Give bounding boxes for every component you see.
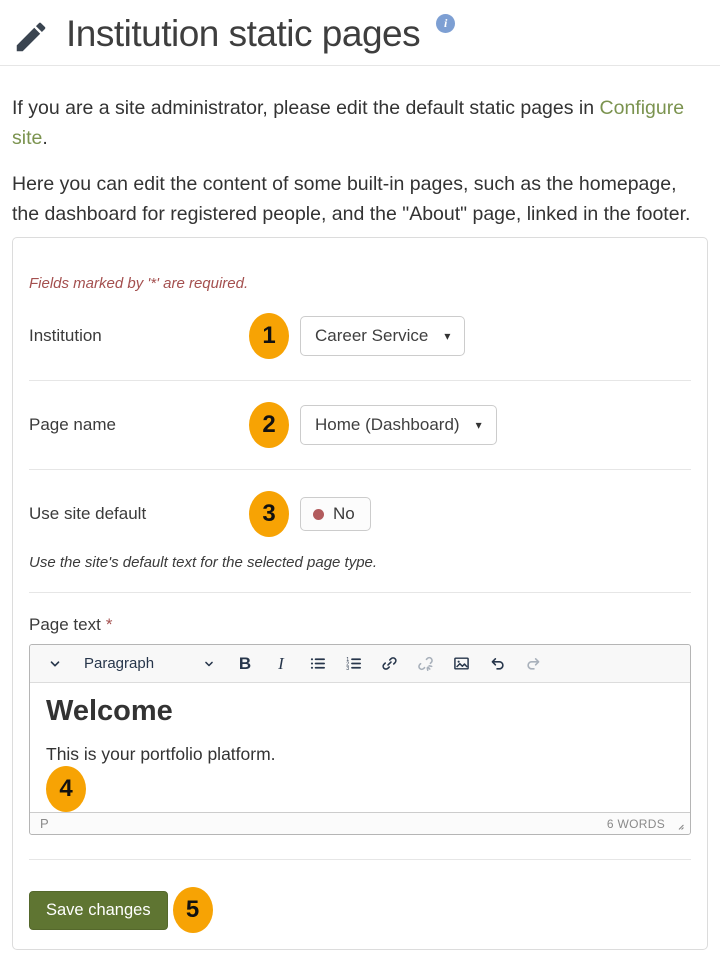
statusbar-right: 6 WORDS <box>607 817 684 831</box>
word-count[interactable]: 6 WORDS <box>607 817 665 831</box>
caret-down-icon: ▾ <box>444 330 450 342</box>
block-format-chevron-icon <box>202 657 216 671</box>
chevron-down-icon[interactable] <box>38 650 72 678</box>
caret-down-icon: ▾ <box>476 419 482 431</box>
undo-icon[interactable] <box>480 650 514 678</box>
unordered-list-icon[interactable] <box>300 650 334 678</box>
static-pages-form-panel: Fields marked by '*' are required. Insti… <box>12 237 708 950</box>
editor-paragraph: This is your portfolio platform. <box>46 744 674 765</box>
admin-note-suffix: . <box>42 127 47 149</box>
info-circle-icon[interactable]: i <box>436 14 455 33</box>
description-paragraph: Here you can edit the content of some bu… <box>12 169 708 229</box>
step-badge-1: 1 <box>249 313 289 359</box>
divider <box>29 592 691 593</box>
step-badge-3: 3 <box>249 491 289 537</box>
editor-toolbar: Paragraph B I 123 <box>30 645 690 683</box>
element-path[interactable]: P <box>40 816 49 831</box>
bold-icon[interactable]: B <box>228 650 262 678</box>
step-badge-5: 5 <box>173 887 213 933</box>
page-text-label-text: Page text <box>29 615 101 634</box>
ordered-list-icon[interactable]: 123 <box>336 650 370 678</box>
divider <box>29 859 691 860</box>
institution-control: 1 Career Service ▾ <box>249 313 465 359</box>
resize-handle-icon[interactable] <box>672 818 684 830</box>
block-format-select[interactable]: Paragraph <box>74 650 226 678</box>
step-badge-4: 4 <box>46 766 86 812</box>
button-row: Save changes 5 <box>29 887 691 933</box>
institution-label: Institution <box>29 326 249 346</box>
toggle-off-dot-icon <box>313 509 324 520</box>
institution-static-pages: Institution static pages i If you are a … <box>0 0 720 957</box>
page-name-control: 2 Home (Dashboard) ▾ <box>249 402 497 448</box>
editor-statusbar: P 6 WORDS <box>30 812 690 834</box>
page-text-label: Page text * <box>29 615 691 635</box>
italic-icon[interactable]: I <box>264 650 298 678</box>
institution-select[interactable]: Career Service ▾ <box>300 316 465 356</box>
use-site-default-toggle[interactable]: No <box>300 497 371 531</box>
institution-row: Institution 1 Career Service ▾ <box>29 292 691 380</box>
editor-heading: Welcome <box>46 695 674 728</box>
pencil-icon <box>12 18 50 56</box>
admin-note-paragraph: If you are a site administrator, please … <box>12 93 708 153</box>
page-name-row: Page name 2 Home (Dashboard) ▾ <box>29 381 691 469</box>
save-changes-button[interactable]: Save changes <box>29 891 168 930</box>
page-header: Institution static pages i <box>0 0 720 56</box>
header-divider <box>0 65 720 66</box>
use-site-default-label: Use site default <box>29 504 249 524</box>
svg-text:3: 3 <box>346 666 349 672</box>
page-name-selected-value: Home (Dashboard) <box>315 415 460 435</box>
insert-link-icon[interactable] <box>372 650 406 678</box>
page-name-select[interactable]: Home (Dashboard) ▾ <box>300 405 497 445</box>
use-site-default-help: Use the site's default text for the sele… <box>29 554 691 571</box>
block-format-value: Paragraph <box>84 655 154 672</box>
step-badge-2: 2 <box>249 402 289 448</box>
editor-content-area[interactable]: Welcome This is your portfolio platform.… <box>30 683 690 812</box>
institution-selected-value: Career Service <box>315 326 428 346</box>
use-site-default-control: 3 No <box>249 491 371 537</box>
page-title: Institution static pages <box>66 12 420 56</box>
rich-text-editor: Paragraph B I 123 <box>29 644 691 835</box>
use-site-default-value: No <box>333 504 355 524</box>
remove-link-icon <box>408 650 442 678</box>
required-fields-note: Fields marked by '*' are required. <box>29 275 691 292</box>
redo-icon <box>516 650 550 678</box>
required-asterisk: * <box>106 615 113 634</box>
page-name-label: Page name <box>29 415 249 435</box>
insert-image-icon[interactable] <box>444 650 478 678</box>
admin-note-prefix: If you are a site administrator, please … <box>12 97 594 119</box>
use-site-default-row: Use site default 3 No <box>29 470 691 554</box>
